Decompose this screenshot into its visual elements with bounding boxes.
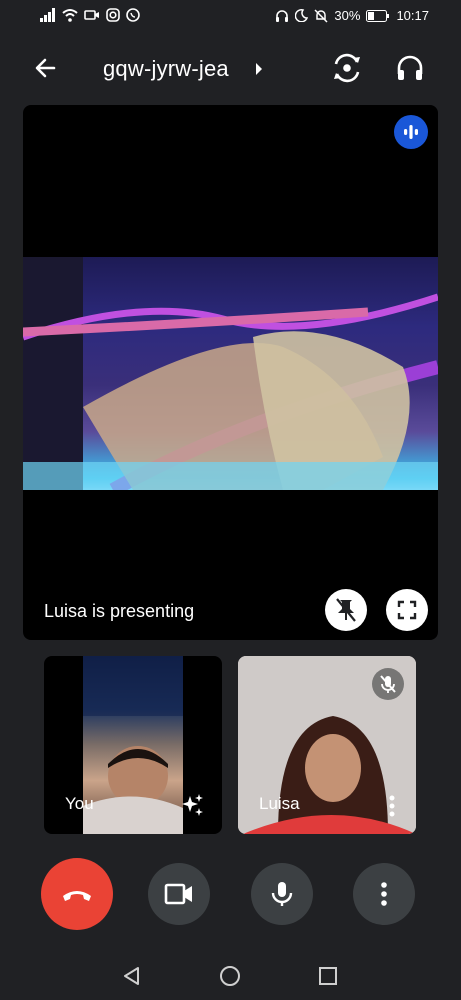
shared-screen-video <box>23 257 438 490</box>
participant-options-button[interactable] <box>388 794 396 818</box>
meeting-code[interactable]: gqw-jyrw-jea <box>103 56 229 82</box>
camera-toggle-button[interactable] <box>148 863 210 925</box>
more-vertical-icon <box>381 882 387 906</box>
speaking-indicator <box>394 115 428 149</box>
unpin-icon <box>336 598 356 622</box>
arrow-left-icon <box>35 58 56 78</box>
moon-icon <box>295 9 309 22</box>
effects-button[interactable] <box>180 792 206 818</box>
bell-off-icon <box>314 8 328 23</box>
instagram-icon <box>106 8 120 22</box>
mic-toggle-button[interactable] <box>251 863 313 925</box>
headphones-status-icon <box>276 9 289 22</box>
participant-tile-luisa[interactable]: Luisa <box>238 656 416 834</box>
headset-icon <box>397 55 423 80</box>
presentation-stage[interactable]: Luisa is presenting <box>23 105 438 640</box>
status-right: 30% 10:17 <box>275 8 429 23</box>
switch-camera-button[interactable] <box>330 52 364 84</box>
status-left <box>40 8 140 22</box>
videocam-icon <box>164 883 192 905</box>
nav-back-icon[interactable] <box>120 964 144 988</box>
participant-name-you: You <box>65 794 94 813</box>
video-scene-illustration <box>23 257 438 490</box>
audio-output-button[interactable] <box>393 52 427 84</box>
fullscreen-button[interactable] <box>386 589 428 631</box>
wifi-icon <box>62 9 78 22</box>
signal-icon <box>40 8 55 22</box>
system-navigation-bar <box>0 952 461 1000</box>
phone-hangup-icon <box>63 891 91 901</box>
participant-name-luisa: Luisa <box>259 794 300 813</box>
unpin-button[interactable] <box>325 589 367 631</box>
mic-off-icon <box>380 675 396 693</box>
status-bar: 30% 10:17 <box>0 0 461 32</box>
whatsapp-icon <box>126 8 140 22</box>
nav-home-icon[interactable] <box>218 964 242 988</box>
end-call-button[interactable] <box>41 858 113 930</box>
participant-tile-you[interactable]: You <box>44 656 222 834</box>
mic-icon <box>271 882 293 906</box>
sparkle-effects-icon <box>182 794 203 816</box>
presenting-label: Luisa is presenting <box>44 601 195 621</box>
battery-percent: 30% <box>334 8 361 23</box>
call-controls <box>0 858 461 930</box>
self-camera-illustration <box>83 656 183 834</box>
battery-icon <box>366 9 390 22</box>
more-options-button[interactable] <box>353 863 415 925</box>
video-notification-icon <box>84 10 99 20</box>
meeting-details-button[interactable] <box>252 60 266 78</box>
fullscreen-icon <box>397 600 417 620</box>
back-button[interactable] <box>30 52 62 84</box>
muted-indicator <box>372 668 404 700</box>
meeting-header: gqw-jyrw-jea <box>0 40 461 96</box>
switch-camera-icon <box>334 53 360 83</box>
clock: 10:17 <box>396 8 429 23</box>
nav-recents-icon[interactable] <box>316 964 340 988</box>
audio-level-icon <box>404 125 418 139</box>
caret-right-icon <box>256 63 262 75</box>
more-vertical-icon <box>389 795 395 817</box>
self-camera-video <box>83 656 183 834</box>
